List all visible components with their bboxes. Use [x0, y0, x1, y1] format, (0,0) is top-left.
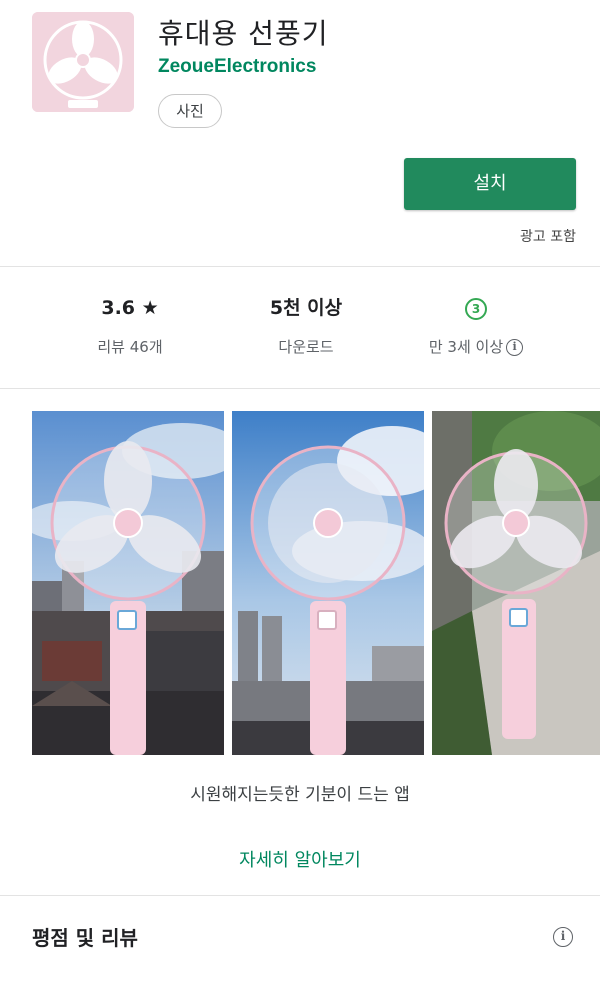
- ratings-section-title: 평점 및 리뷰: [32, 926, 138, 950]
- info-icon[interactable]: i: [506, 339, 524, 356]
- app-description: 시원해지는듯한 기분이 드는 앱: [190, 785, 410, 805]
- screenshot-carousel[interactable]: [32, 411, 600, 755]
- screenshot-1[interactable]: [32, 411, 224, 755]
- app-header: 휴대용 선풍기 ZeoueElectronics 사진 설치 광고 포함: [0, 0, 600, 262]
- app-title: 휴대용 선풍기: [158, 17, 329, 50]
- downloads-label: 다운로드: [278, 338, 334, 356]
- age-rating-label: 만 3세 이상: [428, 338, 504, 356]
- ad-notice: 광고 포함: [520, 229, 576, 245]
- age-rating-badge: 3: [465, 297, 487, 320]
- stats-row: 3.6 ★ 리뷰 46개 5천 이상 다운로드 3 만 3세 이상 i: [0, 268, 600, 388]
- downloads-stat: 5천 이상 다운로드: [246, 294, 366, 357]
- rating-stat: 3.6 ★ 리뷰 46개: [70, 294, 190, 357]
- info-icon[interactable]: i: [553, 926, 573, 947]
- screenshot-2-image: [232, 411, 424, 755]
- app-icon[interactable]: [32, 12, 134, 112]
- divider: [0, 895, 600, 896]
- category-chip[interactable]: 사진: [158, 94, 222, 128]
- install-button[interactable]: 설치: [404, 158, 576, 210]
- developer-link[interactable]: ZeoueElectronics: [158, 56, 316, 78]
- divider: [0, 266, 600, 267]
- screenshot-3[interactable]: [432, 411, 600, 755]
- screenshot-2[interactable]: [232, 411, 424, 755]
- learn-more-link[interactable]: 자세히 알아보기: [0, 846, 600, 872]
- age-rating-stat[interactable]: 3 만 3세 이상 i: [400, 294, 552, 357]
- review-count: 리뷰 46개: [97, 338, 163, 356]
- screenshot-3-image: [432, 411, 600, 755]
- fan-icon: [32, 12, 134, 112]
- screenshot-1-image: [32, 411, 224, 755]
- ratings-info-button[interactable]: i: [553, 926, 573, 947]
- rating-value: 3.6 ★: [101, 297, 159, 319]
- downloads-value: 5천 이상: [269, 297, 343, 319]
- divider: [0, 388, 600, 389]
